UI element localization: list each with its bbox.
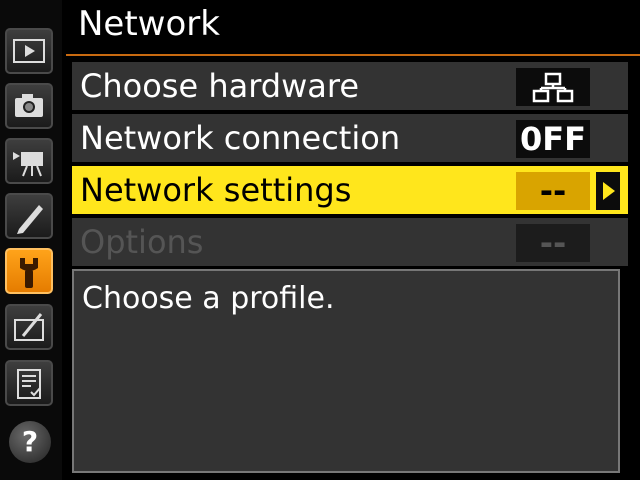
- custom-settings-tab[interactable]: [5, 193, 53, 239]
- menu-item-label: Choose hardware: [80, 67, 360, 105]
- menu-item-label: Network connection: [80, 119, 401, 157]
- menu-item-value: --: [516, 224, 590, 262]
- menu-item-label: Network settings: [80, 171, 352, 209]
- title-divider: [66, 54, 640, 56]
- playback-tab[interactable]: [5, 28, 53, 74]
- shooting-tab[interactable]: [5, 83, 53, 129]
- menu-item-value: 0FF: [516, 120, 590, 158]
- my-menu-icon: [17, 369, 41, 399]
- camera-icon: [15, 94, 43, 117]
- my-menu-tab[interactable]: [5, 360, 53, 406]
- menu-item-value: --: [516, 172, 590, 210]
- help-icon[interactable]: ?: [9, 421, 51, 463]
- menu-item-value: [516, 68, 590, 106]
- pencil-icon: [17, 205, 43, 234]
- retouch-icon: [14, 313, 44, 341]
- menu-tab-rail: ?: [0, 0, 62, 480]
- menu-item-network-connection[interactable]: Network connection 0FF: [72, 114, 628, 162]
- menu-item-choose-hardware[interactable]: Choose hardware: [72, 62, 628, 110]
- menu-item-network-settings[interactable]: Network settings --: [72, 166, 628, 214]
- submenu-arrow-icon: [596, 172, 620, 210]
- retouch-tab[interactable]: [5, 304, 53, 350]
- help-text: Choose a profile.: [82, 281, 335, 316]
- movie-tab[interactable]: [5, 138, 53, 184]
- menu-item-label: Options: [80, 223, 204, 261]
- wired-lan-icon: [532, 72, 574, 103]
- help-panel: Choose a profile.: [72, 269, 620, 473]
- wrench-icon: [20, 258, 38, 288]
- menu-item-options: Options --: [72, 218, 628, 266]
- movie-icon: [13, 152, 43, 177]
- playback-icon: [13, 39, 45, 63]
- setup-tab[interactable]: [5, 248, 53, 294]
- page-title: Network: [78, 4, 220, 44]
